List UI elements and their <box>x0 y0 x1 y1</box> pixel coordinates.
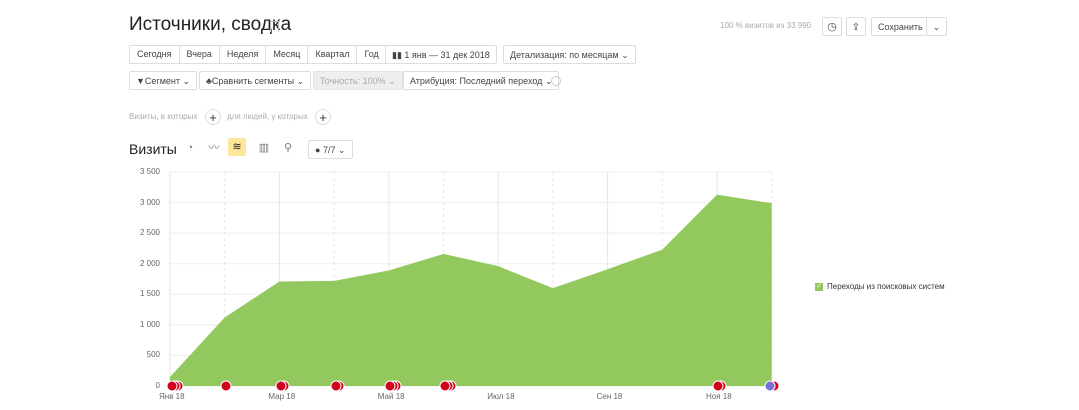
note-marker-icon[interactable] <box>330 380 342 392</box>
data-point[interactable] <box>770 202 773 205</box>
legend-label: Переходы из поисковых систем <box>827 282 945 291</box>
note-marker-icon[interactable] <box>220 380 232 392</box>
x-tick-label: Сен 18 <box>596 392 623 401</box>
note-marker-icon[interactable] <box>712 380 724 392</box>
y-tick-label: 500 <box>146 350 160 360</box>
data-point[interactable] <box>442 252 445 255</box>
data-point[interactable] <box>387 269 390 272</box>
series-area <box>170 194 772 386</box>
data-point[interactable] <box>497 265 500 268</box>
y-tick-label: 2 500 <box>139 228 160 238</box>
note-marker-icon[interactable] <box>384 380 396 392</box>
x-tick-label: Май 18 <box>377 392 405 401</box>
data-point[interactable] <box>606 268 609 271</box>
data-point[interactable] <box>169 375 172 378</box>
y-tick-label: 2 000 <box>139 258 160 268</box>
y-tick-label: 3 000 <box>139 197 160 207</box>
x-tick-label: Ноя 18 <box>706 392 732 401</box>
y-tick-label: 0 <box>155 381 160 390</box>
x-tick-label: Июл 18 <box>487 392 515 401</box>
note-marker-icon[interactable] <box>439 380 451 392</box>
data-point[interactable] <box>551 287 554 290</box>
data-point[interactable] <box>716 193 719 196</box>
data-point[interactable] <box>661 248 664 251</box>
y-tick-label: 1 500 <box>139 289 160 299</box>
data-point[interactable] <box>333 279 336 282</box>
x-tick-label: Янв 18 <box>159 392 185 401</box>
area-chart <box>166 171 780 392</box>
note-marker-icon[interactable] <box>166 380 178 392</box>
data-point[interactable] <box>278 280 281 283</box>
data-point[interactable] <box>223 316 226 319</box>
note-marker-icon[interactable] <box>764 380 776 392</box>
x-tick-label: Мар 18 <box>268 392 296 401</box>
note-marker-icon[interactable] <box>275 380 287 392</box>
legend-item[interactable]: ✓ Переходы из поисковых систем <box>815 282 945 291</box>
y-tick-label: 3 500 <box>139 167 160 176</box>
legend-checkbox-icon[interactable]: ✓ <box>815 282 823 291</box>
y-tick-label: 1 000 <box>139 319 160 329</box>
